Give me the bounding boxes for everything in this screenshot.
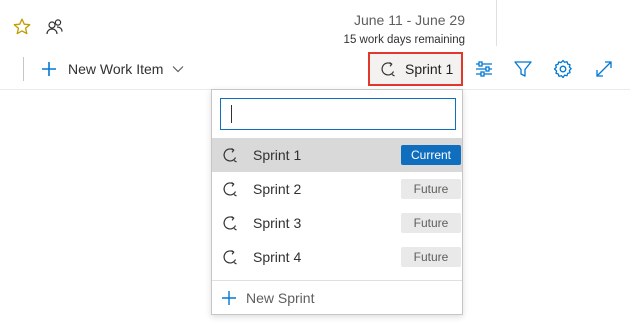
dropdown-divider [212,280,462,281]
work-days-remaining: 15 work days remaining [343,34,465,46]
sprint-item-2[interactable]: Sprint 2 Future [212,172,462,206]
new-work-item-label: New Work Item [68,61,164,77]
date-range: June 11 - June 29 [353,12,465,28]
sprint-search-input[interactable] [220,98,456,130]
sprint-icon [221,146,239,164]
plus-icon [40,60,58,78]
text-caret [231,105,232,123]
sprint-item-3[interactable]: Sprint 3 Future [212,206,462,240]
sprint-icon [221,248,239,266]
filter-icon[interactable] [512,58,534,80]
people-icon[interactable] [45,17,65,37]
iteration-dates: June 11 - June 29 15 work days remaining [340,11,465,48]
sprint-icon [221,214,239,232]
view-options-icon[interactable] [473,58,495,80]
new-sprint-button[interactable]: New Sprint [212,285,462,311]
sprint-icon [379,60,397,78]
sprint-dropdown: Sprint 1 Current Sprint 2 Future Sprint … [211,89,463,315]
sprint-item-1[interactable]: Sprint 1 Current [212,138,462,172]
plus-icon [221,290,237,306]
expand-icon[interactable] [593,58,615,80]
new-work-item-button[interactable]: New Work Item [40,56,185,82]
header-divider [496,0,497,46]
sprint-picker-button[interactable]: Sprint 1 [368,52,463,86]
status-badge: Future [401,247,461,267]
toolbar-divider [23,57,24,81]
status-badge: Future [401,179,461,199]
gear-icon[interactable] [552,58,574,80]
sprint-item-4[interactable]: Sprint 4 Future [212,240,462,274]
status-badge: Current [401,145,461,165]
sprint-picker-label: Sprint 1 [405,61,454,77]
star-icon[interactable] [12,17,32,37]
new-sprint-label: New Sprint [246,290,315,306]
sprint-icon [221,180,239,198]
chevron-down-icon[interactable] [171,62,185,76]
status-badge: Future [401,213,461,233]
